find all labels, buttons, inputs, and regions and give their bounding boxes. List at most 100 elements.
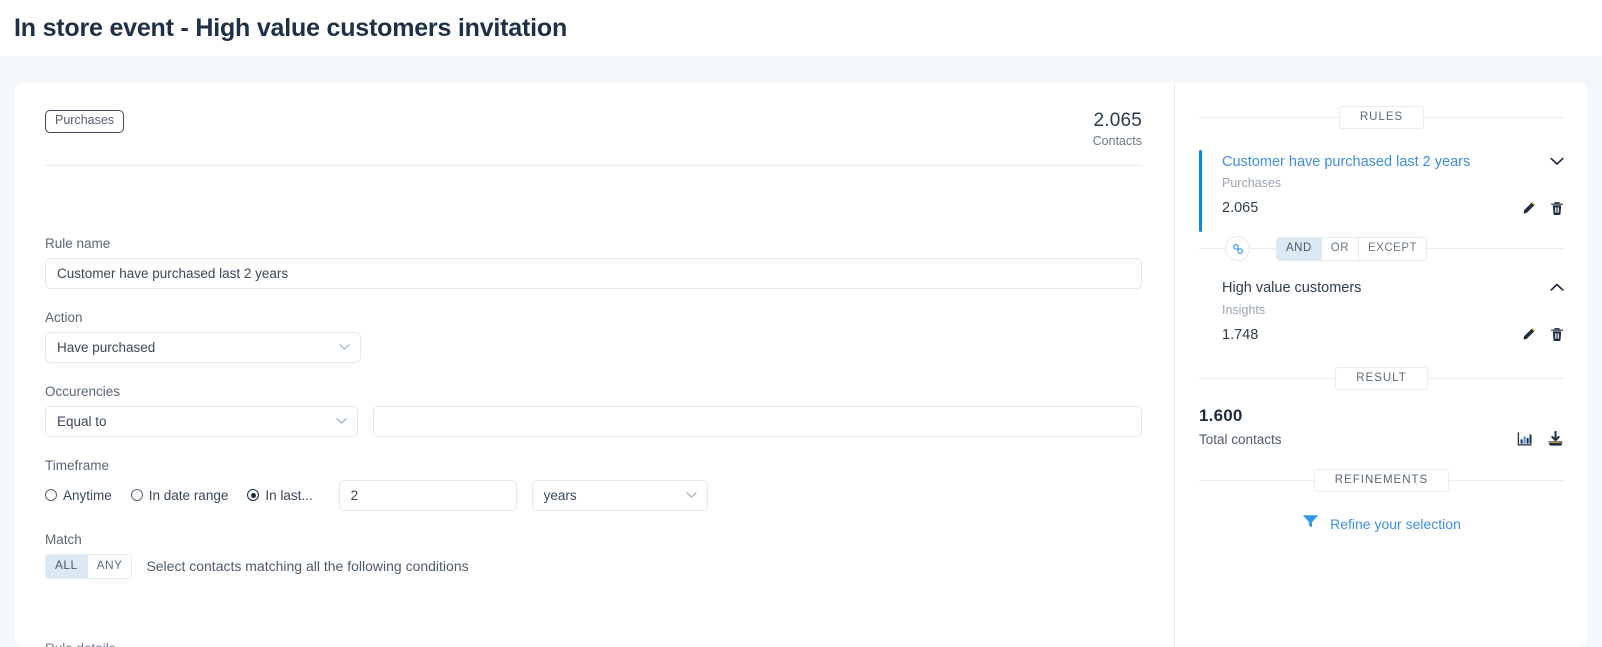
rule-card-1-header: Customer have purchased last 2 years	[1222, 154, 1564, 171]
rule-name-label: Rule name	[45, 235, 111, 251]
timeframe-amount-input[interactable]	[338, 479, 517, 511]
rule-card-2[interactable]: High value customers Insights 1.748	[1199, 274, 1564, 352]
result-block: 1.600 Total contacts	[1199, 406, 1564, 447]
action-select[interactable]: Have purchased	[45, 331, 361, 363]
connector-line-left	[1199, 248, 1225, 250]
rule-card-2-actions	[1521, 327, 1564, 342]
logic-option-except[interactable]: EXCEPT	[1358, 237, 1427, 260]
timeframe-label: Timeframe	[45, 457, 110, 473]
field-action: Action Have purchased	[45, 310, 1142, 363]
delete-trash-icon[interactable]	[1550, 327, 1564, 342]
rules-pane: RULES Customer have purchased last 2 yea…	[1174, 82, 1588, 647]
builder-divider	[45, 164, 1142, 166]
page-body: Purchases 2.065 Contacts Rule name Actio…	[0, 56, 1602, 647]
logic-operator-toggle: AND OR EXCEPT	[1276, 236, 1428, 261]
chevron-down-icon	[339, 344, 350, 351]
connector-line-mid	[1250, 248, 1276, 250]
divider-line-left	[1199, 479, 1314, 481]
chevron-down-icon	[336, 418, 347, 425]
rule-card-1[interactable]: Customer have purchased last 2 years Pur…	[1199, 148, 1564, 233]
rule-card-2-footer: 1.748	[1222, 327, 1564, 343]
rule-builder-pane: Purchases 2.065 Contacts Rule name Actio…	[14, 82, 1174, 647]
timeframe-unit-select[interactable]: years	[531, 479, 708, 511]
filter-funnel-icon	[1302, 514, 1319, 534]
refine-selection-link[interactable]: Refine your selection	[1199, 514, 1564, 534]
rule-card-1-count: 2.065	[1222, 200, 1259, 217]
logic-option-and[interactable]: AND	[1277, 237, 1321, 260]
cutoff-text: Rule details	[45, 641, 116, 647]
occurencies-row: Equal to	[45, 405, 1142, 437]
rules-divider: RULES	[1199, 106, 1565, 129]
field-match: Match ALL ANY Select contacts matching a…	[45, 532, 1142, 579]
logic-option-or[interactable]: OR	[1320, 237, 1359, 260]
result-divider: RESULT	[1199, 366, 1564, 390]
divider-line-left	[1199, 117, 1339, 118]
field-occurencies: Occurencies Equal to	[45, 384, 1142, 437]
rule-card-2-header: High value customers	[1222, 280, 1564, 297]
rule-card-2-source: Insights	[1222, 302, 1266, 317]
result-total-value: 1.600	[1199, 405, 1243, 425]
refine-selection-label[interactable]: Refine your selection	[1330, 516, 1461, 532]
download-icon[interactable]	[1547, 430, 1564, 447]
occurencies-operator-select[interactable]: Equal to	[45, 405, 359, 437]
radio-in-last-label: In last...	[265, 487, 313, 503]
chevron-down-icon	[686, 492, 697, 499]
match-label: Match	[45, 531, 82, 547]
rule-card-1-actions	[1521, 201, 1564, 216]
page-header: In store event - High value customers in…	[0, 0, 1602, 56]
contacts-count-block: 2.065 Contacts	[1093, 110, 1142, 148]
chart-icon[interactable]	[1517, 431, 1533, 447]
action-select-value: Have purchased	[57, 339, 156, 355]
rule-name-input[interactable]	[45, 257, 1142, 289]
segment-builder-card: Purchases 2.065 Contacts Rule name Actio…	[14, 82, 1588, 647]
refinements-divider-label: REFINEMENTS	[1313, 468, 1450, 492]
match-option-all[interactable]: ALL	[46, 554, 87, 578]
chevron-up-icon[interactable]	[1550, 280, 1564, 292]
source-chip-purchases[interactable]: Purchases	[45, 110, 125, 133]
match-description: Select contacts matching all the followi…	[146, 558, 469, 575]
radio-in-last[interactable]: In last...	[247, 487, 313, 503]
occurencies-label: Occurencies	[45, 383, 121, 399]
radio-anytime[interactable]: Anytime	[45, 488, 112, 503]
result-row: Total contacts	[1199, 430, 1564, 447]
contacts-count-value: 2.065	[1093, 110, 1142, 131]
rule-card-1-footer: 2.065	[1222, 200, 1564, 216]
rule-card-2-count: 1.748	[1222, 326, 1259, 343]
rule-card-2-name[interactable]: High value customers	[1222, 280, 1361, 297]
delete-trash-icon[interactable]	[1550, 201, 1564, 216]
field-timeframe: Timeframe Anytime In date range In last.…	[45, 458, 1142, 511]
radio-dot-selected-icon	[247, 489, 260, 502]
builder-header: Purchases 2.065 Contacts	[45, 110, 1142, 148]
page-title: In store event - High value customers in…	[14, 13, 568, 42]
action-label: Action	[45, 309, 83, 325]
radio-anytime-label: Anytime	[63, 487, 112, 503]
radio-in-date-range[interactable]: In date range	[130, 487, 229, 503]
timeframe-row: Anytime In date range In last... year	[45, 479, 1142, 511]
result-divider-label: RESULT	[1335, 366, 1428, 390]
connector-line-right	[1427, 248, 1564, 250]
refinements-divider: REFINEMENTS	[1199, 468, 1565, 492]
divider-line-right	[1449, 479, 1565, 481]
timeframe-unit-value: years	[543, 487, 577, 503]
edit-pencil-icon[interactable]	[1521, 201, 1536, 216]
chevron-down-icon[interactable]	[1550, 154, 1564, 166]
rule-card-1-name[interactable]: Customer have purchased last 2 years	[1222, 154, 1470, 171]
radio-dot-icon	[130, 489, 143, 502]
occurencies-operator-value: Equal to	[57, 413, 107, 429]
match-toggle: ALL ANY	[45, 553, 133, 579]
link-icon[interactable]	[1225, 236, 1250, 262]
match-row: ALL ANY Select contacts matching all the…	[45, 553, 1142, 579]
edit-pencil-icon[interactable]	[1521, 327, 1536, 342]
rules-connector: AND OR EXCEPT	[1199, 236, 1564, 262]
match-option-any[interactable]: ANY	[86, 554, 132, 578]
radio-in-date-range-label: In date range	[148, 487, 229, 503]
divider-line-right	[1427, 377, 1564, 379]
result-total-label: Total contacts	[1199, 431, 1282, 447]
result-actions	[1517, 430, 1564, 447]
divider-line-right	[1424, 117, 1565, 118]
occurencies-value-input[interactable]	[373, 405, 1142, 437]
rule-form: Rule name Action Have purchased Occure	[45, 236, 1142, 579]
field-rule-name: Rule name	[45, 236, 1142, 289]
radio-dot-icon	[45, 489, 57, 502]
divider-line-left	[1199, 377, 1336, 379]
